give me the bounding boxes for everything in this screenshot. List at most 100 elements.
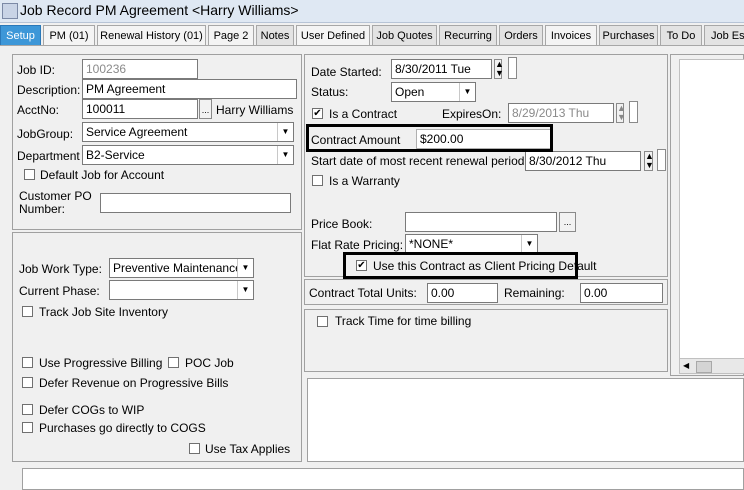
remaining-field[interactable]: 0.00 <box>580 283 663 303</box>
tab-notes[interactable]: Notes <box>256 25 294 45</box>
is-warranty-checkbox[interactable] <box>312 175 323 186</box>
track-inventory-label: Track Job Site Inventory <box>39 305 168 319</box>
progressive-billing-checkbox[interactable] <box>22 357 33 368</box>
defer-cogs-checkbox[interactable] <box>22 404 33 415</box>
is-warranty-label: Is a Warranty <box>329 174 400 188</box>
is-contract-label: Is a Contract <box>329 107 398 121</box>
renewal-spinner[interactable]: ▲ ▼ <box>644 151 654 171</box>
remaining-label: Remaining: <box>504 286 565 300</box>
track-time-checkbox[interactable] <box>317 316 328 327</box>
work-type-value: Preventive Maintenance <box>113 261 242 275</box>
tab-recurring[interactable]: Recurring <box>439 25 497 45</box>
jobgroup-select[interactable]: Service Agreement ▼ <box>82 122 294 142</box>
work-type-select[interactable]: Preventive Maintenance ▼ <box>109 258 254 278</box>
chevron-down-icon[interactable]: ▼ <box>277 146 293 164</box>
price-book-field[interactable] <box>405 212 557 232</box>
contract-panel: Date Started: 8/30/2011 Tue ▲ ▼ Status: O… <box>304 54 668 277</box>
purchases-cogs-label: Purchases go directly to COGS <box>39 421 206 435</box>
date-spinner[interactable]: ▲ ▼ <box>494 59 504 79</box>
client-pricing-highlight <box>343 252 578 279</box>
app-icon <box>2 3 18 19</box>
department-label: Department <box>17 149 80 163</box>
tab-pm[interactable]: PM (01) <box>43 25 95 45</box>
tab-setup[interactable]: Setup <box>0 25 41 45</box>
poc-job-label: POC Job <box>185 356 234 370</box>
tab-orders[interactable]: Orders <box>499 25 543 45</box>
tab-page-2[interactable]: Page 2 <box>208 25 254 45</box>
price-book-lookup-button[interactable]: ... <box>559 212 576 232</box>
phase-label: Current Phase: <box>19 284 100 298</box>
acct-name: Harry Williams <box>216 103 294 117</box>
tab-purchases[interactable]: Purchases <box>599 25 658 45</box>
progressive-billing-label: Use Progressive Billing <box>39 356 163 370</box>
bottom-area <box>22 468 744 490</box>
renewal-field[interactable]: 8/30/2012 Thu <box>525 151 641 171</box>
defer-cogs-label: Defer COGs to WIP <box>39 403 145 417</box>
date-started-field[interactable]: 8/30/2011 Tue <box>391 59 492 79</box>
renewal-picker-button[interactable] <box>657 149 666 171</box>
chevron-down-icon[interactable]: ▼ <box>521 235 537 253</box>
customer-po-field[interactable] <box>100 193 291 213</box>
acct-lookup-button[interactable]: ... <box>199 99 212 119</box>
tab-divider <box>0 45 744 46</box>
purchases-cogs-checkbox[interactable] <box>22 422 33 433</box>
tab-job-estimates[interactable]: Job Estimates <box>704 25 744 45</box>
notes-area[interactable] <box>307 378 744 462</box>
total-units-field[interactable]: 0.00 <box>427 283 498 303</box>
units-panel: Contract Total Units: 0.00 Remaining: 0.… <box>304 279 668 305</box>
chevron-down-icon[interactable]: ▼ <box>277 123 293 141</box>
title-bar: Job Record PM Agreement <Harry Williams> <box>0 0 744 23</box>
total-units-label: Contract Total Units: <box>309 286 417 300</box>
work-type-label: Job Work Type: <box>19 262 102 276</box>
expires-field[interactable]: 8/29/2013 Thu <box>508 103 614 123</box>
right-list[interactable] <box>679 59 744 359</box>
chevron-down-icon[interactable]: ▼ <box>237 259 253 277</box>
defer-revenue-label: Defer Revenue on Progressive Bills <box>39 376 229 390</box>
flat-rate-label: Flat Rate Pricing: <box>311 238 404 252</box>
window-title: Job Record PM Agreement <Harry Williams> <box>20 2 299 18</box>
flat-rate-value: *NONE* <box>409 237 454 251</box>
acctno-label: AcctNo: <box>17 103 60 117</box>
track-time-label: Track Time for time billing <box>335 314 472 328</box>
expires-label: ExpiresOn: <box>442 107 502 121</box>
expires-spinner[interactable]: ▲ ▼ <box>616 103 626 123</box>
defer-revenue-checkbox[interactable] <box>22 377 33 388</box>
job-id-label: Job ID: <box>17 63 56 77</box>
use-tax-label: Use Tax Applies <box>205 442 291 456</box>
tab-to-do[interactable]: To Do <box>660 25 702 45</box>
customer-po-label-line2: Number: <box>19 202 66 216</box>
poc-job-checkbox[interactable] <box>168 357 179 368</box>
chevron-down-icon[interactable]: ▼ <box>459 83 475 101</box>
description-field[interactable]: PM Agreement <box>82 79 297 99</box>
status-select[interactable]: Open ▼ <box>391 82 476 102</box>
tab-renewal-history[interactable]: Renewal History (01) <box>97 25 206 45</box>
tab-user-defined[interactable]: User Defined <box>296 25 370 45</box>
phase-select[interactable]: ▼ <box>109 280 254 300</box>
tab-job-quotes[interactable]: Job Quotes <box>372 25 437 45</box>
default-job-checkbox[interactable] <box>24 169 35 180</box>
jobgroup-value: Service Agreement <box>86 125 188 139</box>
chevron-down-icon[interactable]: ▼ <box>237 281 253 299</box>
horizontal-scrollbar[interactable]: ◀ <box>679 358 744 374</box>
price-book-label: Price Book: <box>311 217 373 231</box>
expires-picker-button[interactable] <box>629 101 638 123</box>
use-tax-checkbox[interactable] <box>189 443 200 454</box>
jobgroup-label: JobGroup: <box>17 127 74 141</box>
tab-strip: Setup PM (01) Renewal History (01) Page … <box>0 25 744 47</box>
contract-amount-highlight <box>306 124 553 152</box>
is-contract-checkbox[interactable]: ✔ <box>312 108 323 119</box>
scroll-left-icon[interactable]: ◀ <box>683 361 689 370</box>
status-value: Open <box>395 85 425 99</box>
scroll-thumb[interactable] <box>696 361 712 373</box>
tab-invoices[interactable]: Invoices <box>545 25 597 45</box>
acctno-field[interactable]: 100011 <box>82 99 198 119</box>
date-picker-button[interactable] <box>508 57 517 79</box>
right-panel: ◀ <box>670 54 744 376</box>
track-time-panel: Track Time for time billing <box>304 309 668 372</box>
department-select[interactable]: B2-Service ▼ <box>82 145 294 165</box>
department-value: B2-Service <box>86 148 145 162</box>
job-id-field[interactable]: 100236 <box>82 59 198 79</box>
track-inventory-checkbox[interactable] <box>22 306 33 317</box>
flat-rate-select[interactable]: *NONE* ▼ <box>405 234 538 254</box>
job-info-panel: Job ID: 100236 Description: PM Agreement… <box>12 54 302 230</box>
